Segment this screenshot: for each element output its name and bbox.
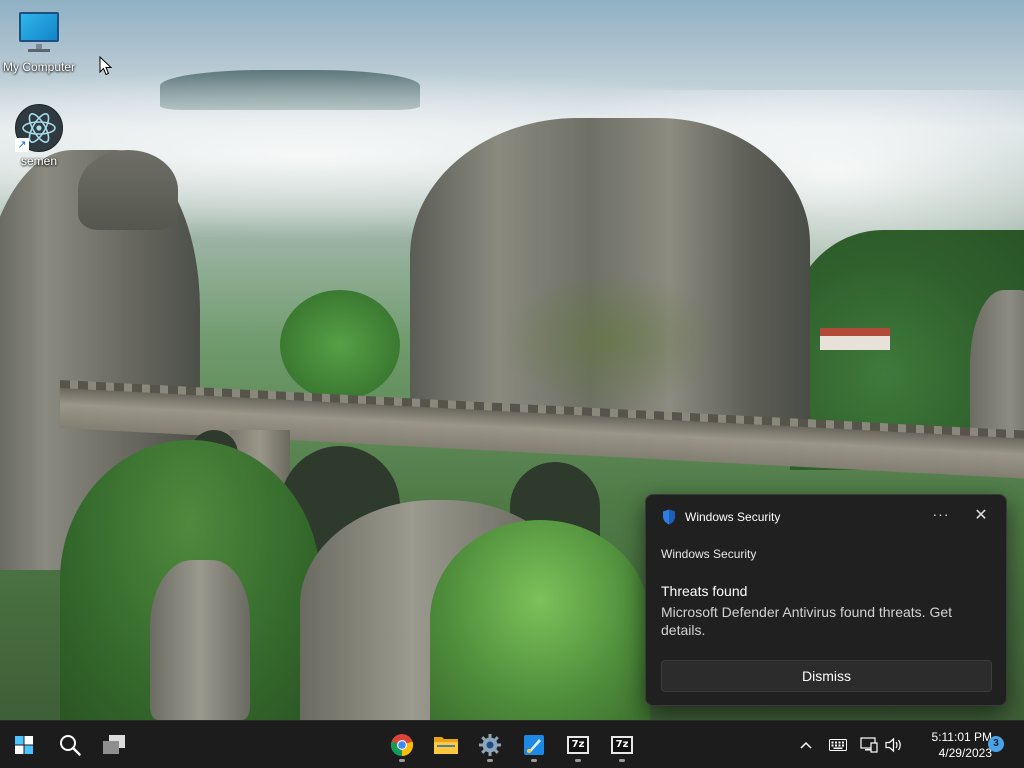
network-icon: [860, 737, 878, 753]
task-view-button[interactable]: [94, 725, 134, 765]
desktop-icon-semen[interactable]: ↗ semen: [0, 104, 78, 168]
7z-icon: 7z: [611, 736, 633, 754]
wallpaper-rock: [78, 150, 178, 230]
wallpaper-house: [820, 328, 890, 350]
volume-button[interactable]: [883, 725, 905, 765]
keyboard-icon: [829, 739, 847, 751]
taskbar-app-settings[interactable]: [470, 725, 510, 765]
desktop-icon-label: semen: [20, 154, 58, 168]
task-view-icon: [103, 735, 125, 754]
search-icon: [60, 735, 81, 756]
start-button[interactable]: [4, 725, 44, 765]
taskbar-app-paint[interactable]: [514, 725, 554, 765]
monitor-icon: [15, 10, 63, 58]
mouse-cursor-icon: [99, 56, 113, 76]
notification-count-badge[interactable]: 3: [988, 736, 1004, 752]
7z-icon: 7z: [567, 736, 589, 754]
electron-app-icon: ↗: [15, 104, 63, 152]
dismiss-button[interactable]: Dismiss: [661, 660, 992, 692]
search-button[interactable]: [50, 725, 90, 765]
notification-app-name: Windows Security: [685, 510, 781, 524]
running-indicator: [487, 759, 493, 762]
running-indicator: [619, 759, 625, 762]
taskbar-app-7zip[interactable]: 7z: [602, 725, 642, 765]
more-options-icon[interactable]: ···: [930, 505, 952, 527]
shield-icon: [663, 509, 675, 525]
shortcut-arrow-icon: ↗: [15, 138, 29, 152]
running-indicator: [575, 759, 581, 762]
input-indicator-button[interactable]: [826, 725, 850, 765]
chrome-icon: [390, 734, 414, 757]
taskbar-app-file-explorer[interactable]: [426, 725, 466, 765]
paint-icon: [524, 735, 544, 755]
notification-header: Windows Security ··· ✕: [646, 495, 1006, 539]
windows-start-icon: [15, 736, 33, 754]
show-hidden-icons-button[interactable]: [796, 725, 816, 765]
notification-title: Threats found: [661, 583, 748, 599]
wallpaper-moss: [500, 270, 720, 410]
running-indicator: [531, 759, 537, 762]
notification-body: Microsoft Defender Antivirus found threa…: [661, 604, 953, 638]
desktop-icon-label: My Computer: [2, 60, 76, 74]
wallpaper-tree: [430, 520, 650, 720]
taskbar: 7z 7z 5:11:01 PM 4/29/2023: [0, 720, 1024, 768]
notification-toast[interactable]: Windows Security ··· ✕ Windows Security …: [645, 494, 1007, 706]
taskbar-app-7zip[interactable]: 7z: [558, 725, 598, 765]
clock-time: 5:11:01 PM: [931, 730, 992, 744]
taskbar-app-chrome[interactable]: [382, 725, 422, 765]
notification-attribution: Windows Security: [661, 547, 757, 561]
folder-icon: [434, 737, 458, 754]
volume-icon: [885, 737, 901, 753]
desktop-icon-my-computer[interactable]: My Computer: [0, 10, 78, 74]
network-button[interactable]: [858, 725, 880, 765]
running-indicator: [399, 759, 405, 762]
close-icon[interactable]: ✕: [970, 505, 992, 527]
gear-icon: [479, 734, 501, 756]
chevron-up-icon: [800, 741, 812, 749]
clock-date: 4/29/2023: [938, 746, 992, 760]
wallpaper-tree: [280, 290, 400, 400]
wallpaper-rock: [150, 560, 250, 720]
taskbar-clock[interactable]: 5:11:01 PM 4/29/2023: [912, 729, 992, 761]
